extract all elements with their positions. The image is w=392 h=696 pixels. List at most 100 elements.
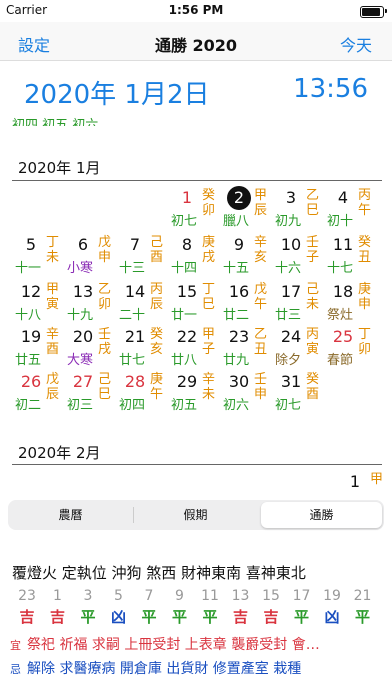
day-ganzhi: 丙寅 [306,327,320,357]
hour-number: 19 [323,588,341,604]
day-number: 1 [181,188,193,207]
calendar-day-cell[interactable]: 16 廿二 戊午 [218,282,270,326]
lunar-day: 初二 [14,398,41,413]
day-ganzhi: 戊午 [254,282,268,312]
calendar-day-cell[interactable]: 25 春節 丁卯 [322,327,374,371]
hour-luck-item: 23 吉 [12,588,42,627]
day-ganzhi: 丁巳 [202,282,216,312]
calendar-day-cell[interactable]: 28 初四 庚午 [114,372,166,416]
calendar-day-cell[interactable]: 13 十九 乙卯 [62,282,114,326]
day-number: 1 [349,472,361,488]
calendar-day-cell[interactable]: 10 十六 壬子 [270,235,322,279]
tab-lunar[interactable]: 農曆 [10,502,131,528]
hour-luck-value: 平 [293,608,309,626]
calendar-day-cell[interactable]: 2 臘八 甲辰 [218,186,270,232]
hour-number: 13 [231,588,250,604]
battery-tip-icon [385,9,387,13]
hour-luck-item: 5凶 [104,588,134,627]
auspicious-activities: 宜祭祀 祈福 求嗣 上冊受封 上表章 襲爵受封 會… [10,634,320,654]
day-number: 11 [332,235,354,254]
calendar-day-cell[interactable]: 27 初三 己巳 [62,372,114,416]
day-ganzhi: 辛亥 [254,235,268,265]
hour-luck-value: 凶 [110,608,126,626]
lunar-day: 小寒 [66,261,93,276]
calendar-day-cell[interactable]: 1 甲 [334,472,386,488]
day-ganzhi: 丙辰 [150,282,164,312]
calendar-day-cell[interactable]: 12 十八 甲寅 [10,282,62,326]
calendar-day-cell[interactable]: 9 十五 辛亥 [218,235,270,279]
month-divider [12,464,382,465]
calendar-day-cell[interactable]: 17 廿三 己未 [270,282,322,326]
calendar-day-cell[interactable]: 23 廿九 乙丑 [218,327,270,371]
calendar-day-cell[interactable]: 3 初九 乙巳 [270,188,322,232]
calendar-day-cell[interactable]: 4 初十 丙午 [322,188,374,232]
tab-holidays[interactable]: 假期 [135,502,256,528]
calendar-day-cell[interactable]: 24 除夕 丙寅 [270,327,322,371]
ji-label: 忌 [10,663,21,676]
lunar-day: 大寒 [66,353,93,368]
calendar-day-cell[interactable]: 11 十七 癸丑 [322,235,374,279]
current-time: 13:56 [293,74,368,104]
lunar-day: 初七 [274,398,301,413]
day-ganzhi: 癸丑 [358,235,372,265]
lunar-day: 初三 [66,398,93,413]
day-number: 17 [280,282,302,301]
hour-number: 5 [114,588,123,604]
calendar-day-cell[interactable]: 5 十一 丁未 [10,235,62,279]
lunar-day: 廿三 [274,308,301,323]
calendar-day-cell[interactable]: 29 初五 辛未 [166,372,218,416]
hour-number: 9 [175,588,184,604]
hour-number: 15 [262,588,280,604]
day-ganzhi: 庚午 [150,372,164,402]
day-ganzhi: 壬申 [254,372,268,402]
calendar-day-cell[interactable]: 6 小寒 戊申 [62,235,114,279]
day-ganzhi: 己未 [306,282,320,312]
today-button[interactable]: 今天 [340,32,372,56]
lunar-day: 十五 [222,261,249,276]
calendar-day-cell[interactable]: 22 廿八 甲子 [166,327,218,371]
calendar-day-cell[interactable]: 14 二十 丙辰 [114,282,166,326]
almanac-info: 覆燈火 定執位 沖狗 煞西 財神東南 喜神東北 [12,564,306,582]
lunar-day: 廿二 [222,308,249,323]
hour-luck-value: 平 [171,608,187,626]
day-number: 16 [228,282,250,301]
hour-luck-value: 吉 [19,608,35,626]
lunar-day: 初六 [222,398,249,413]
lunar-day: 除夕 [274,353,301,368]
calendar-day-cell[interactable]: 26 初二 戊辰 [10,372,62,416]
calendar-day-cell[interactable]: 18 祭灶 庚申 [322,282,374,326]
lunar-day: 初四 [118,398,145,413]
day-number: 23 [228,327,250,346]
day-ganzhi: 甲子 [202,327,216,357]
day-ganzhi: 丁未 [46,235,60,265]
lunar-day: 初七 [170,214,197,229]
calendar-day-cell[interactable]: 8 十四 庚戌 [166,235,218,279]
yi-text: 祭祀 祈福 求嗣 上冊受封 上表章 襲爵受封 會… [27,637,320,653]
segment-divider [133,507,134,523]
tab-almanac[interactable]: 通勝 [261,502,382,528]
day-number: 9 [233,235,245,254]
calendar-day-cell[interactable]: 30 初六 壬申 [218,372,270,416]
lunar-day: 廿五 [14,353,41,368]
day-number: 15 [176,282,198,301]
day-number: 26 [20,372,42,391]
calendar-day-cell[interactable]: 20 大寒 壬戌 [62,327,114,371]
day-number: 21 [124,327,146,346]
day-number: 7 [129,235,141,254]
calendar-day-cell[interactable]: 15 廿一 丁巳 [166,282,218,326]
day-ganzhi: 癸亥 [150,327,164,357]
hour-number: 21 [353,588,372,604]
hour-luck-item: 1吉 [43,588,73,627]
hour-luck-value: 吉 [49,608,65,626]
lunar-day: 初十 [326,214,353,229]
hour-luck-value: 平 [80,608,96,626]
calendar-day-cell[interactable]: 21 廿七 癸亥 [114,327,166,371]
view-segmented-control: 農曆 假期 通勝 [8,500,384,530]
calendar-day-cell[interactable]: 19 廿五 辛酉 [10,327,62,371]
hour-luck-item: 17 平 [287,588,317,627]
day-ganzhi: 戊申 [98,235,112,265]
lunar-day: 廿八 [170,353,197,368]
calendar-day-cell[interactable]: 1 初七 癸卯 [166,188,218,232]
calendar-day-cell[interactable]: 31 初七 癸酉 [270,372,322,416]
calendar-day-cell[interactable]: 7 十三 己酉 [114,235,166,279]
